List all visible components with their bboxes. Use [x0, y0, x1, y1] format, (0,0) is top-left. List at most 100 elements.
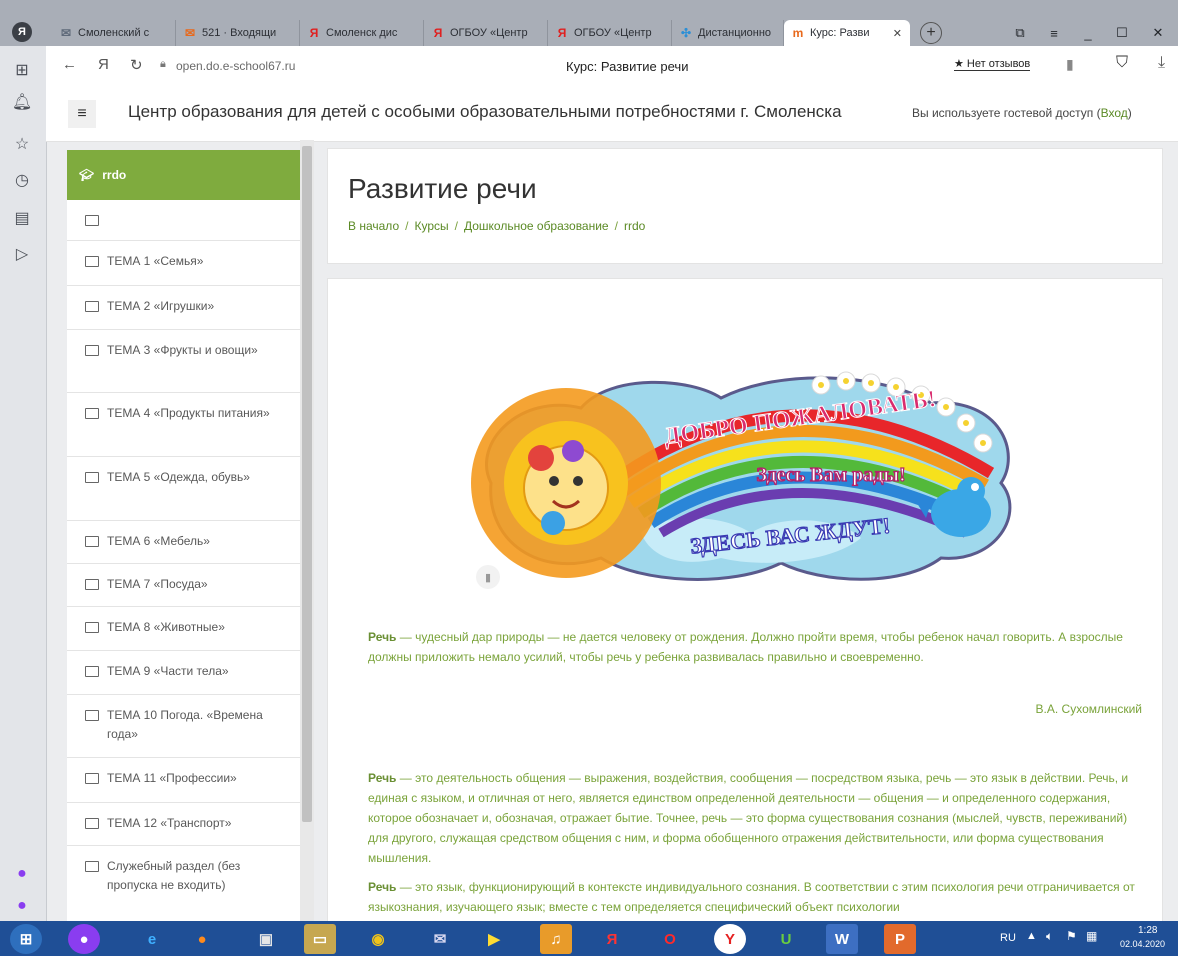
new-tab-button[interactable]: + — [920, 22, 942, 44]
breadcrumb-category[interactable]: Дошкольное образование — [464, 219, 609, 233]
sun-icon — [471, 388, 661, 578]
sidebar-scrollbar[interactable] — [300, 140, 314, 925]
presentation-icon[interactable]: P — [884, 924, 916, 954]
sidebar-item-topic-5[interactable]: ТЕМА 5 «Одежда, обувь» — [67, 457, 309, 521]
grid-icon[interactable]: ⊞ — [10, 58, 34, 82]
tab-ogbou-2[interactable]: Я ОГБОУ «Центр — [548, 20, 672, 46]
quote-author: В.А. Сухомлинский — [1035, 702, 1142, 716]
envelope-icon: ✉ — [60, 26, 72, 40]
definition-paragraph-2: Речь — это язык, функционирующий в конте… — [368, 880, 1135, 914]
reviews-button[interactable]: ★ Нет отзывов — [954, 57, 1031, 71]
breadcrumb-home[interactable]: В начало — [348, 219, 399, 233]
clock-date[interactable]: 02.04.2020 — [1120, 939, 1165, 949]
sidebar-item-service[interactable]: Служебный раздел (без пропуска не входит… — [67, 846, 309, 925]
definition-paragraph-1: Речь — это деятельность общения — выраже… — [368, 771, 1129, 865]
folder-icon — [85, 472, 99, 483]
yandex-taskbar-icon[interactable]: Я — [596, 924, 628, 954]
language-indicator[interactable]: RU — [1000, 932, 1016, 944]
course-header-card: Развитие речи В начало / Курсы / Дошколь… — [327, 148, 1163, 264]
star-icon[interactable]: ☆ — [10, 132, 34, 156]
bookmark-image-icon[interactable]: ▮ — [476, 565, 500, 589]
minimize-icon[interactable]: _ — [1074, 20, 1102, 46]
ie-icon[interactable]: e — [136, 924, 168, 954]
sidebar-item-topic-8[interactable]: ТЕМА 8 «Животные» — [67, 607, 309, 651]
word-icon[interactable]: W — [826, 924, 858, 954]
notes-icon[interactable]: ▤ — [10, 206, 34, 230]
close-window-icon[interactable]: ✕ — [1144, 20, 1172, 46]
volume-icon[interactable]: 🔈︎ — [1046, 929, 1053, 944]
tabs-view-icon[interactable]: ⧉ — [1006, 20, 1034, 46]
sidebar-item-topic-10[interactable]: ТЕМА 10 Погода. «Времена года» — [67, 695, 309, 758]
browser-menu-icon[interactable]: Я — [12, 22, 32, 42]
yandex-browser-icon[interactable]: Y — [714, 924, 746, 954]
opera-icon[interactable]: O — [654, 924, 686, 954]
yandex-icon: Я — [557, 26, 567, 40]
yandex-home-icon[interactable]: Я — [98, 56, 109, 73]
site-title[interactable]: Центр образования для детей с особыми об… — [128, 102, 842, 122]
media-icon[interactable]: ▶ — [478, 924, 510, 954]
alice-icon[interactable]: ● — [10, 862, 34, 886]
browser-side-panel: ⊞ 🔔︎ ☆ ◷ ▤ ▷ ● ● — [0, 46, 47, 921]
history-icon[interactable]: ◷ — [10, 168, 34, 192]
page-title: Развитие речи — [348, 173, 537, 204]
close-tab-icon[interactable]: ✕ — [893, 27, 902, 40]
welcome-banner: ДОБРО ПОЖАЛОВАТЬ! Здесь Вам рады! ЗДЕСЬ … — [471, 371, 1012, 581]
save-disk-icon[interactable]: ▣ — [250, 924, 282, 954]
folder-icon — [85, 773, 99, 784]
sidebar-scroll-thumb[interactable] — [302, 146, 312, 822]
play-icon[interactable]: ▷ — [10, 242, 34, 266]
breadcrumb-courses[interactable]: Курсы — [414, 219, 448, 233]
address-bar: ← Я ↻ 🔒︎ open.do.e-school67.ru Курс: Раз… — [46, 46, 1178, 87]
login-link[interactable]: Вход — [1101, 106, 1128, 120]
alice-taskbar-icon[interactable]: ● — [68, 924, 100, 954]
chrome-icon[interactable]: ◉ — [362, 924, 394, 954]
network-icon[interactable]: ▦ — [1086, 929, 1097, 943]
bookmark-icon[interactable]: ▮ — [1066, 56, 1074, 73]
reload-icon[interactable]: ↻ — [130, 56, 143, 74]
url-field[interactable]: open.do.e-school67.ru — [176, 59, 295, 73]
tab-smolensky[interactable]: ✉ Смоленский с — [52, 20, 176, 46]
menu-icon[interactable]: ≡ — [1040, 20, 1068, 46]
download-icon[interactable]: ⤓ — [1158, 54, 1165, 72]
course-sidebar: 🎓︎ rrdo ТЕМА 1 «Семья» ТЕМА 2 «Игрушки» … — [67, 150, 309, 925]
torrent-icon[interactable]: U — [770, 924, 802, 954]
alice-assistant-icon[interactable]: ● — [10, 894, 34, 918]
hamburger-icon[interactable]: ≡ — [68, 100, 96, 128]
sidebar-item-topic-1[interactable]: ТЕМА 1 «Семья» — [67, 241, 309, 286]
tray-arrow-icon[interactable]: ▲ — [1026, 930, 1037, 942]
sidebar-item-topic-4[interactable]: ТЕМА 4 «Продукты питания» — [67, 393, 309, 457]
puzzle-icon: ✣ — [680, 26, 692, 40]
tab-distance[interactable]: ✣ Дистанционно — [672, 20, 784, 46]
folder-icon — [85, 301, 99, 312]
tab-course-active[interactable]: m Курс: Разви ✕ — [784, 20, 910, 46]
sidebar-item-topic-6[interactable]: ТЕМА 6 «Мебель» — [67, 521, 309, 564]
back-icon[interactable]: ← — [62, 56, 77, 73]
moodle-icon: m — [792, 26, 804, 40]
flag-icon[interactable]: ⚑ — [1066, 929, 1077, 943]
sidebar-course-header[interactable]: 🎓︎ rrdo — [67, 150, 309, 200]
sidebar-item-general[interactable] — [67, 200, 309, 241]
folder-icon — [85, 818, 99, 829]
protect-icon[interactable]: ⛉ — [1116, 54, 1128, 72]
tab-inbox[interactable]: ✉ 521 · Входящи — [176, 20, 300, 46]
sidebar-item-topic-9[interactable]: ТЕМА 9 «Части тела» — [67, 651, 309, 695]
firefox-icon[interactable]: ● — [186, 924, 218, 954]
mail-taskbar-icon[interactable]: ✉ — [424, 924, 456, 954]
clock-time[interactable]: 1:28 — [1138, 925, 1157, 936]
start-button-icon[interactable]: ⊞ — [10, 924, 42, 954]
maximize-icon[interactable]: ☐ — [1108, 20, 1136, 46]
course-content-card: ДОБРО ПОЖАЛОВАТЬ! Здесь Вам рады! ЗДЕСЬ … — [327, 278, 1163, 938]
tab-smolensk-dist[interactable]: Я Смоленск дис — [300, 20, 424, 46]
tab-ogbou-1[interactable]: Я ОГБОУ «Центр — [424, 20, 548, 46]
breadcrumb-course[interactable]: rrdo — [624, 219, 645, 233]
folder-icon — [85, 536, 99, 547]
yandex-icon: Я — [309, 26, 319, 40]
music-icon[interactable]: ♫ — [540, 924, 572, 954]
sidebar-item-topic-11[interactable]: ТЕМА 11 «Профессии» — [67, 758, 309, 803]
sidebar-item-topic-2[interactable]: ТЕМА 2 «Игрушки» — [67, 286, 309, 330]
sidebar-item-topic-7[interactable]: ТЕМА 7 «Посуда» — [67, 564, 309, 607]
bell-icon[interactable]: 🔔︎ — [10, 90, 34, 114]
sidebar-item-topic-12[interactable]: ТЕМА 12 «Транспорт» — [67, 803, 309, 846]
folder-taskbar-icon[interactable]: ▭ — [304, 924, 336, 954]
sidebar-item-topic-3[interactable]: ТЕМА 3 «Фрукты и овощи» — [67, 330, 309, 393]
